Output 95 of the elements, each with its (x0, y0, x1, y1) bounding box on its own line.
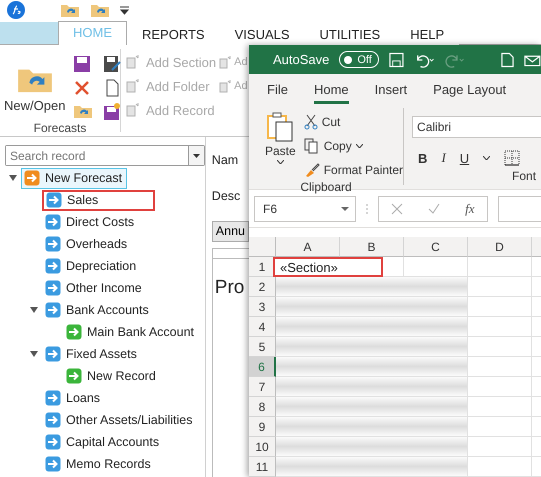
add-item-icon (218, 55, 232, 69)
column-header[interactable]: A (276, 237, 340, 257)
cut-button[interactable]: Cut (304, 112, 404, 132)
insert-function-button[interactable]: fx (465, 200, 475, 216)
grid-cell (468, 277, 532, 297)
row-header[interactable]: 11 (249, 457, 276, 477)
folder-icon[interactable] (90, 2, 110, 18)
italic-button[interactable]: I (441, 150, 446, 166)
save-edit-icon[interactable] (103, 55, 122, 73)
folder-icon[interactable] (73, 103, 94, 119)
paintbrush-icon[interactable] (304, 162, 320, 178)
search-field[interactable]: Search record (5, 145, 205, 166)
check-icon[interactable] (428, 202, 440, 214)
grid-cell (468, 297, 532, 317)
row-header[interactable]: 8 (249, 397, 276, 417)
name-box[interactable]: F6 (254, 196, 356, 222)
row-header[interactable]: 9 (249, 417, 276, 437)
grid-cell (468, 357, 532, 377)
caret-icon[interactable] (356, 144, 363, 148)
font-name-field[interactable]: Calibri (412, 116, 541, 138)
tree-item[interactable]: New Record (63, 366, 161, 386)
field-label: Desc (212, 188, 240, 205)
expand-arrow-icon[interactable] (30, 307, 38, 313)
table-cell: «Section» (273, 257, 383, 277)
grid-cell (468, 317, 532, 337)
paste-button[interactable]: Paste (265, 112, 296, 180)
tree-item[interactable]: Depreciation (42, 256, 142, 276)
autosave-label: AutoSave (273, 52, 330, 67)
tree-item[interactable]: Direct Costs (42, 212, 140, 232)
tree-item[interactable]: Overheads (42, 234, 132, 254)
column-header[interactable]: B (340, 237, 404, 257)
borders-icon[interactable] (504, 150, 520, 166)
tree-item[interactable]: Fixed Assets (42, 344, 142, 364)
group-label: Clipboard (299, 180, 353, 196)
add-item-icon (125, 78, 141, 94)
tree-item[interactable]: Main Bank Account (63, 322, 200, 342)
period-tab[interactable]: Annu (212, 221, 249, 242)
grid-cell (468, 377, 532, 397)
scissors-icon[interactable] (304, 114, 318, 130)
grid-cell (468, 457, 532, 477)
tree-item[interactable]: Bank Accounts (42, 300, 154, 320)
grid-cell (468, 257, 532, 277)
row-header[interactable]: 6 (249, 357, 276, 377)
row-header[interactable]: 2 (249, 277, 276, 297)
save-icon[interactable] (73, 55, 92, 73)
formula-field[interactable] (498, 196, 541, 222)
dropdown-arrow-icon[interactable] (341, 206, 349, 210)
open-folder-icon[interactable] (60, 2, 80, 18)
grid-cell (468, 417, 532, 437)
row-header[interactable]: 10 (249, 437, 276, 457)
clipboard-icon[interactable] (266, 112, 294, 142)
tree-item[interactable]: Sales (42, 190, 155, 210)
new-document-icon[interactable] (501, 52, 514, 68)
grid-cell (468, 437, 532, 457)
copy-button[interactable]: Copy (304, 136, 404, 156)
caret-icon[interactable] (276, 160, 284, 164)
add-item-icon (125, 54, 141, 70)
underline-button[interactable]: U (460, 150, 470, 166)
bold-button[interactable]: B (418, 150, 428, 166)
delete-icon[interactable] (73, 79, 92, 97)
autosave-toggle[interactable]: Off (339, 51, 379, 68)
add-item-icon (125, 102, 141, 118)
save-icon[interactable] (388, 52, 404, 68)
customize-menu-icon[interactable] (120, 6, 129, 14)
add-item-icon (218, 79, 232, 93)
column-header[interactable]: C (404, 237, 468, 257)
save-new-icon[interactable] (103, 103, 122, 121)
group-label: Forecasts (32, 121, 88, 135)
tree-item[interactable]: Capital Accounts (42, 432, 164, 452)
tree-item[interactable]: New Forecast (21, 168, 128, 188)
expand-arrow-icon[interactable] (30, 351, 38, 357)
tree-item[interactable]: Loans (42, 388, 106, 408)
tree-item[interactable]: Memo Records (42, 454, 156, 474)
grid-cell (468, 337, 532, 357)
tree-item[interactable]: Other Assets/Liabilities (42, 410, 198, 430)
expand-arrow-icon[interactable] (9, 175, 17, 181)
new-open-button[interactable]: New/Open (4, 49, 66, 121)
ribbon-tab[interactable]: Insert (374, 76, 408, 104)
row-header[interactable]: 7 (249, 377, 276, 397)
row-header[interactable]: 4 (249, 317, 276, 337)
field-label: Nam (212, 152, 238, 169)
ribbon-tab[interactable]: File (267, 76, 288, 104)
copy-icon[interactable] (304, 138, 320, 154)
tree-item[interactable]: Other Income (42, 278, 147, 298)
ribbon-tab[interactable]: Page Layout (433, 76, 506, 104)
column-header[interactable]: D (468, 237, 532, 257)
row-header[interactable]: 5 (249, 337, 276, 357)
panel-heading: Pro (214, 276, 244, 299)
dropdown-arrow-icon[interactable] (192, 154, 200, 158)
row-header[interactable]: 3 (249, 297, 276, 317)
grid-cell (468, 397, 532, 417)
format-painter-button[interactable]: Format Painter (304, 160, 404, 180)
group-label: Font (511, 169, 538, 185)
tab-strip-block (0, 22, 58, 44)
caret-icon[interactable] (483, 156, 490, 160)
